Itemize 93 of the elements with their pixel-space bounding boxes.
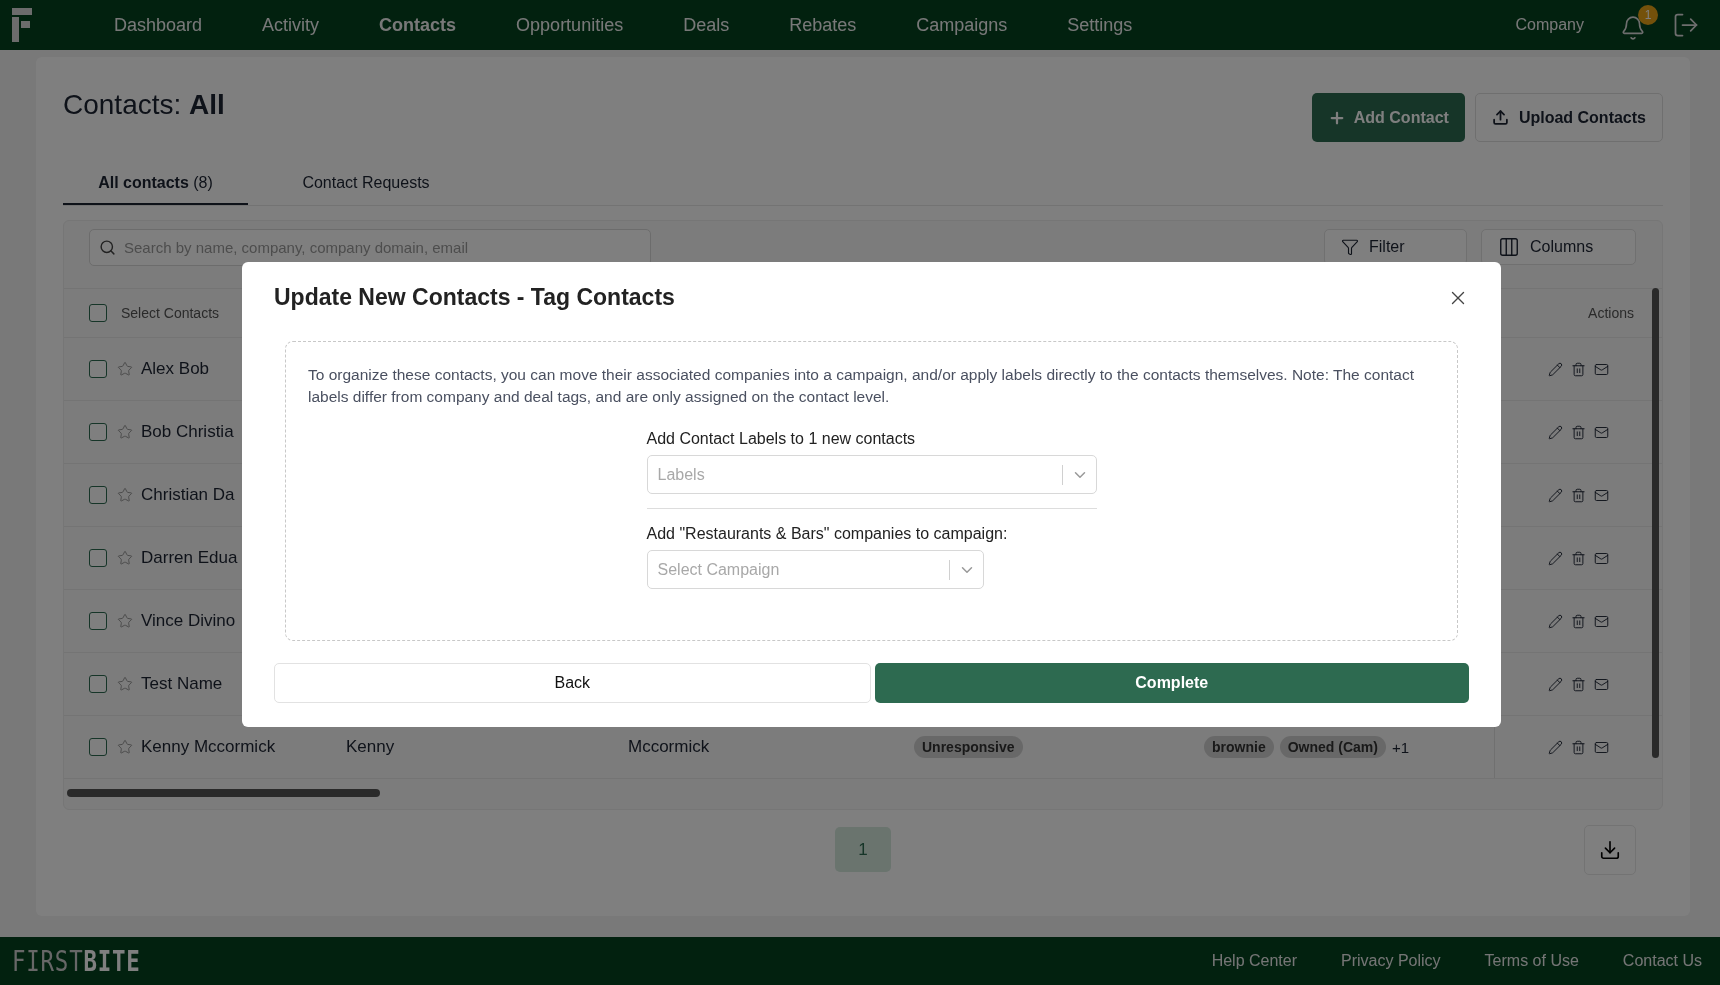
edit-icon[interactable] [1548,613,1563,629]
checkbox[interactable] [89,360,107,378]
table-cell: Mccormick [628,737,710,756]
edit-icon[interactable] [1548,550,1563,566]
page-button[interactable]: 1 [835,827,891,872]
footer-link[interactable]: Privacy Policy [1341,952,1441,970]
checkbox[interactable] [89,612,107,630]
star-icon[interactable] [117,487,133,503]
field-label: Add "Restaurants & Bars" companies to campaign: [646,525,1009,543]
logout-icon[interactable] [1672,11,1700,39]
more-tags-count: +1 [1391,738,1409,756]
checkbox[interactable] [89,675,107,693]
delete-icon[interactable] [1571,739,1586,755]
delete-icon[interactable] [1571,676,1586,692]
star-icon[interactable] [117,676,133,692]
delete-icon[interactable] [1571,361,1586,377]
nav-link[interactable]: Dashboard [84,14,233,36]
field-label: Add Contact Labels to 1 new contacts [646,430,917,448]
dialog-title: Update New Contacts - Tag Contacts [274,284,675,311]
tab[interactable]: Contact Requests [248,162,484,205]
add-contact-button[interactable]: Add Contact [1311,93,1465,142]
checkbox[interactable] [89,738,107,756]
status-tag: Unresponsive [914,736,1023,758]
filter-button[interactable]: Filter [1324,229,1467,265]
contact-name: Test Name [141,674,223,694]
delete-icon[interactable] [1571,487,1586,503]
mail-icon[interactable] [1594,550,1609,566]
column-header: Actions [1588,305,1634,321]
scrollbar[interactable] [67,789,380,797]
filter-icon [1341,238,1359,256]
contact-name: Kenny Mccormick [141,737,276,757]
mail-icon[interactable] [1594,487,1609,503]
edit-icon[interactable] [1548,424,1563,440]
back-button[interactable]: Back [274,663,871,703]
tag: Owned (Cam) [1279,736,1386,758]
page-title: Contacts: All [63,89,225,121]
footer-link[interactable]: Help Center [1211,952,1298,970]
notification-badge: 1 [1638,5,1658,25]
dialog-description: To organize these contacts, you can move their associated companies into a campaign, and/or apply labels directly to the contacts themselves. Note: The contact labels differ from company and deal tags, and are only assigned on the contact level. [308,365,1415,407]
table-cell: Kenny [346,737,395,756]
contact-name: Alex Bob [141,359,210,379]
delete-icon[interactable] [1571,424,1586,440]
complete-button[interactable]: Complete [874,663,1469,703]
checkbox[interactable] [89,486,107,504]
scrollbar[interactable] [1652,288,1659,758]
delete-icon[interactable] [1571,550,1586,566]
mail-icon[interactable] [1594,676,1609,692]
footer-logo: FIRSTBITE [12,944,142,978]
tag: brownie [1204,736,1274,758]
contact-name: Christian Da [141,485,235,505]
mail-icon[interactable] [1594,361,1609,377]
mail-icon[interactable] [1594,739,1609,755]
logo-icon[interactable] [12,8,32,42]
nav-link[interactable]: Rebates [759,14,887,36]
star-icon[interactable] [117,739,133,755]
star-icon[interactable] [117,613,133,629]
star-icon[interactable] [117,550,133,566]
edit-icon[interactable] [1548,487,1563,503]
columns-button[interactable]: Columns [1481,229,1636,265]
delete-icon[interactable] [1571,613,1586,629]
nav-link[interactable]: Campaigns [886,14,1038,36]
upload-icon [1491,109,1509,126]
company-link[interactable]: Company [1515,16,1584,34]
tab[interactable]: All contacts (8) [63,162,248,205]
nav-link[interactable]: Opportunities [486,14,654,36]
contact-name: Bob Christia [141,422,234,442]
campaign-select[interactable]: Select Campaign [646,550,984,589]
contact-name: Darren Edua [141,548,238,568]
search-icon [99,239,116,256]
nav-link[interactable]: Deals [653,14,760,36]
contact-name: Vince Divino [141,611,236,631]
columns-icon [1498,236,1520,258]
nav-link[interactable]: Settings [1037,14,1163,36]
checkbox[interactable] [89,304,107,322]
mail-icon[interactable] [1594,424,1609,440]
checkbox[interactable] [89,423,107,441]
checkbox[interactable] [89,549,107,567]
footer-link[interactable]: Contact Us [1622,952,1702,970]
download-icon [1599,839,1621,861]
star-icon[interactable] [117,361,133,377]
download-button[interactable] [1584,825,1636,875]
upload-contacts-button[interactable]: Upload Contacts [1474,93,1663,142]
labels-select[interactable]: Labels [646,455,1097,494]
bell-icon [1620,15,1646,41]
edit-icon[interactable] [1548,739,1563,755]
nav-link[interactable]: Contacts [349,14,487,36]
edit-icon[interactable] [1548,361,1563,377]
star-icon[interactable] [117,424,133,440]
footer-link[interactable]: Terms of Use [1484,952,1579,970]
nav-link[interactable]: Activity [232,14,350,36]
column-header: Select Contacts [121,305,220,321]
mail-icon[interactable] [1594,613,1609,629]
edit-icon[interactable] [1548,676,1563,692]
